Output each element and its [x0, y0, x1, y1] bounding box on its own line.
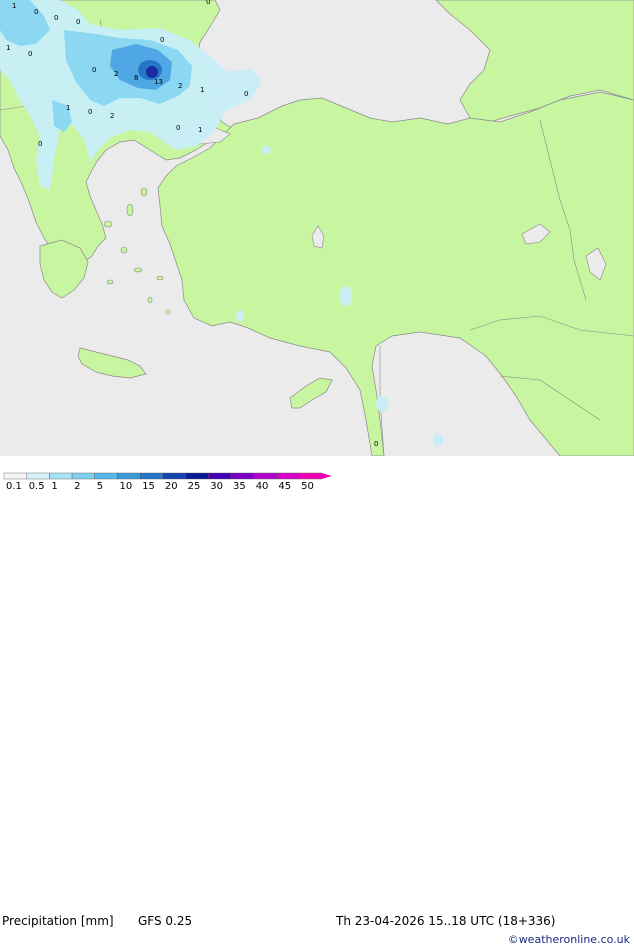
legend-tick-label: 0.5 — [29, 481, 45, 490]
contour-label: 0 — [28, 50, 32, 58]
precipitation-map: 1 0 0 0 0 1 0 0 0 2 8 13 2 1 0 1 0 2 0 1… — [0, 0, 634, 456]
legend-tick-label: 30 — [210, 481, 223, 490]
legend-swatch — [139, 472, 164, 480]
contour-label: 0 — [76, 18, 80, 26]
contour-label: 1 — [66, 104, 70, 112]
legend-swatch — [185, 472, 209, 480]
contour-label: 0 — [92, 66, 96, 74]
contour-label: 0 — [54, 14, 58, 22]
legend-swatch — [117, 472, 141, 480]
legend-swatch — [298, 472, 323, 480]
legend-swatch — [49, 472, 73, 480]
contour-label: 0 — [34, 8, 38, 16]
legend-swatch — [3, 472, 27, 480]
contour-label: 2 — [110, 112, 114, 120]
legend-tick-label: 5 — [97, 481, 103, 490]
legend-tick-label: 20 — [165, 481, 178, 490]
contour-label: 8 — [134, 74, 138, 82]
legend-arrow — [321, 473, 332, 479]
legend-tick-label: 40 — [256, 481, 269, 490]
contour-label: 0 — [88, 108, 92, 116]
legend-tick-label: 15 — [142, 481, 155, 490]
legend-tick-label: 25 — [188, 481, 201, 490]
legend-tick-label: 2 — [74, 481, 80, 490]
contour-label: 0 — [176, 124, 180, 132]
legend-swatch — [94, 472, 118, 480]
contour-label: 0 — [160, 36, 164, 44]
contour-label: 1 — [12, 2, 16, 10]
legend-tick-label: 1 — [51, 481, 57, 490]
legend-tick-label: 35 — [233, 481, 246, 490]
map-canvas: 1 0 0 0 0 1 0 0 0 2 8 13 2 1 0 1 0 2 0 1… — [0, 0, 634, 456]
contour-label: 13 — [154, 78, 163, 86]
legend-swatch — [253, 472, 277, 480]
contour-label: 0 — [244, 90, 248, 98]
contour-label: 2 — [178, 82, 182, 90]
legend-swatch — [162, 472, 186, 480]
color-scale: 0.1 0.5 1 2 5 10 15 20 25 30 35 40 45 50 — [3, 472, 332, 490]
credit-link[interactable]: ©weatheronline.co.uk — [508, 933, 630, 946]
valid-time: Th 23-04-2026 15..18 UTC (18+336) — [336, 914, 556, 928]
contour-label: 0 — [374, 440, 378, 448]
legend-swatch — [230, 472, 254, 480]
legend-title: Precipitation [mm] — [2, 914, 114, 928]
legend-tick-label: 50 — [301, 481, 314, 490]
precip-max — [146, 66, 158, 78]
legend-tick-label: 0.1 — [6, 481, 22, 490]
contour-label: 0 — [38, 140, 42, 148]
contour-label: 1 — [6, 44, 10, 52]
contour-label: 0 — [206, 0, 210, 6]
legend-swatch — [208, 472, 232, 480]
legend-tick-label: 10 — [120, 481, 133, 490]
legend-swatch — [71, 472, 95, 480]
contour-label: 1 — [198, 126, 202, 134]
model-label: GFS 0.25 — [138, 914, 193, 928]
legend-tick-label: 45 — [278, 481, 291, 490]
contour-label: 2 — [114, 70, 118, 78]
legend-swatch — [26, 472, 50, 480]
contour-label: 1 — [200, 86, 204, 94]
legend-swatch — [276, 472, 300, 480]
